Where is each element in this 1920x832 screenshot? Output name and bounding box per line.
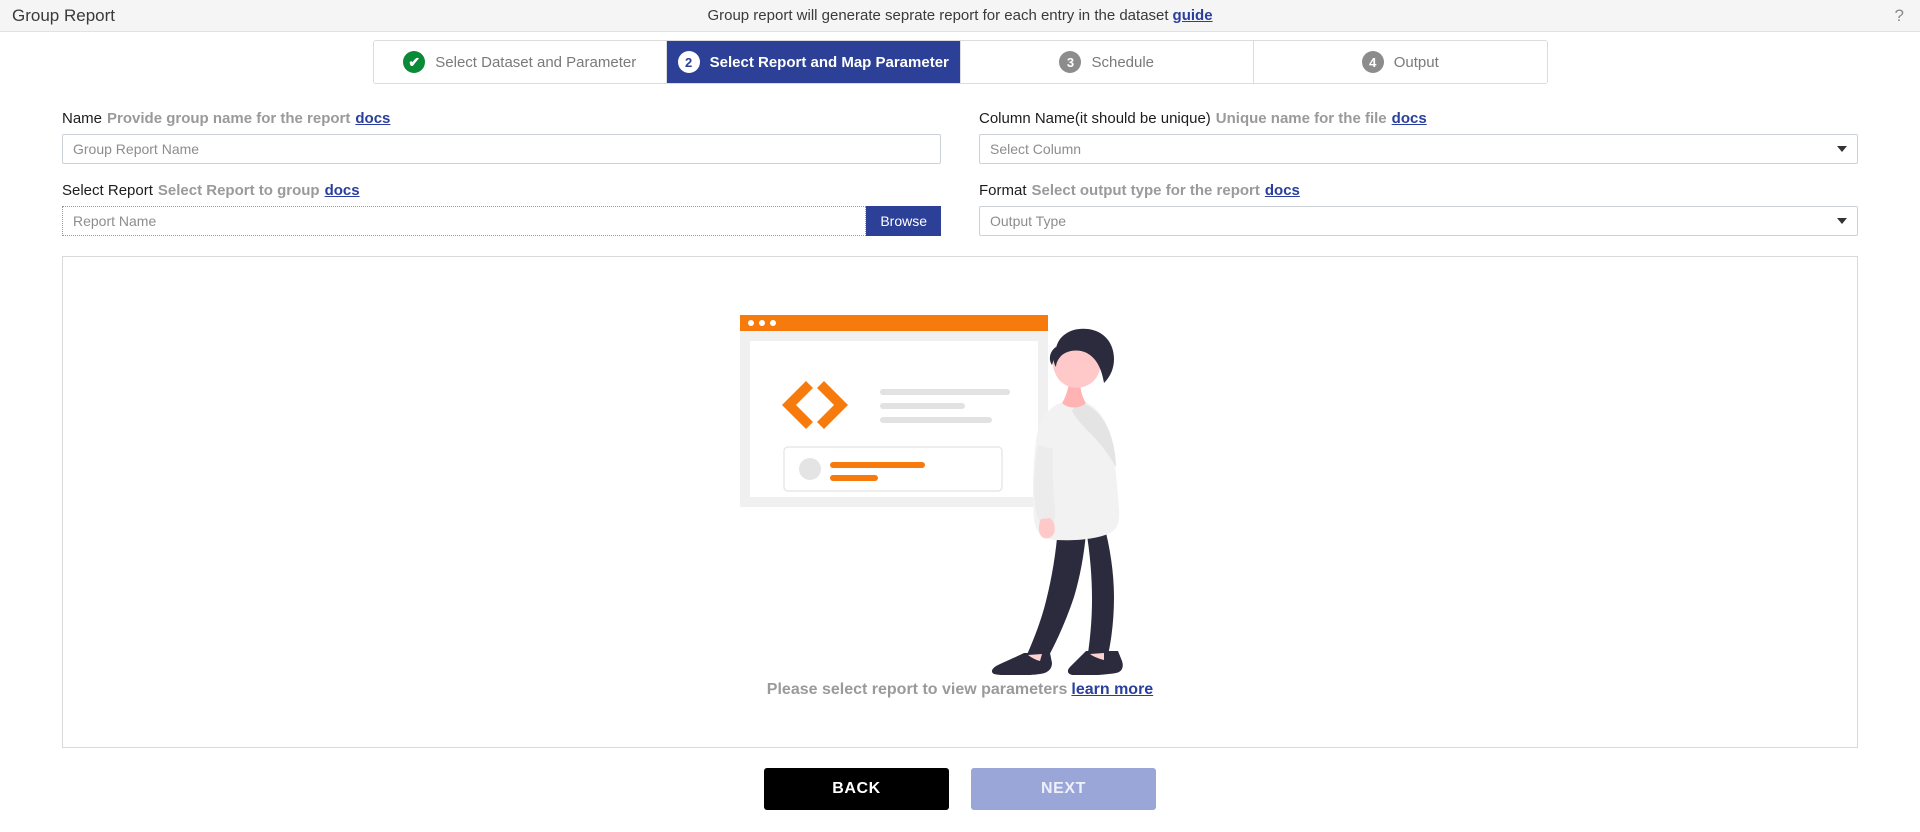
step-select-dataset-and-parameter[interactable]: ✔ Select Dataset and Parameter <box>373 41 667 83</box>
label-text: Column Name(it should be unique) <box>979 110 1211 127</box>
step-label: Output <box>1393 53 1439 71</box>
stepper-container: ✔ Select Dataset and Parameter 2 Select … <box>0 32 1920 84</box>
label-hint: Unique name for the file <box>1215 110 1387 127</box>
parameters-empty-panel: Please select report to view parameters l… <box>62 256 1858 748</box>
step-select-report-and-map-parameter[interactable]: 2 Select Report and Map Parameter <box>667 41 961 83</box>
wizard-footer: BACK NEXT <box>0 768 1920 810</box>
step-number-badge: 4 <box>1361 51 1384 73</box>
check-circle-icon: ✔ <box>403 51 426 73</box>
output-type-select[interactable] <box>979 206 1858 236</box>
step-label: Schedule <box>1091 53 1155 71</box>
label-hint: Select Report to group <box>157 182 320 199</box>
panel-message-text: Please select report to view parameters <box>766 681 1068 698</box>
column-name-select-wrap <box>979 134 1858 164</box>
help-icon[interactable]: ? <box>1895 6 1904 26</box>
field-column-name: Column Name(it should be unique) Unique n… <box>979 110 1858 164</box>
report-name-input[interactable] <box>62 206 867 236</box>
step-output[interactable]: 4 Output <box>1254 41 1547 83</box>
field-select-report: Select Report Select Report to group docs … <box>62 182 941 236</box>
back-button[interactable]: BACK <box>764 768 949 810</box>
select-report-row: Browse <box>62 206 941 236</box>
next-button[interactable]: NEXT <box>971 768 1156 810</box>
field-name: Name Provide group name for the report doc… <box>62 110 941 164</box>
docs-link[interactable]: docs <box>1392 110 1427 127</box>
field-format-label: Format Select output type for the report d… <box>979 182 1858 199</box>
page-title: Group Report <box>12 5 115 25</box>
column-name-select[interactable] <box>979 134 1858 164</box>
form-grid: Name Provide group name for the report doc… <box>0 84 1920 254</box>
field-format: Format Select output type for the report d… <box>979 182 1858 236</box>
panel-message: Please select report to view parameters l… <box>767 681 1153 699</box>
label-text: Select Report <box>62 182 153 199</box>
step-label: Select Report and Map Parameter <box>709 53 949 71</box>
field-column-name-label: Column Name(it should be unique) Unique n… <box>979 110 1858 127</box>
step-schedule[interactable]: 3 Schedule <box>960 41 1254 83</box>
step-number-badge: 3 <box>1059 51 1082 73</box>
label-text: Name <box>62 110 103 127</box>
stepper: ✔ Select Dataset and Parameter 2 Select … <box>372 40 1548 84</box>
docs-link[interactable]: docs <box>325 182 360 199</box>
label-text: Format <box>979 182 1027 199</box>
field-name-label: Name Provide group name for the report doc… <box>62 110 941 127</box>
step-label: Select Dataset and Parameter <box>435 53 637 71</box>
top-bar: Group Report Group report will generate … <box>0 0 1920 32</box>
label-hint: Provide group name for the report <box>107 110 351 127</box>
docs-link[interactable]: docs <box>1265 182 1300 199</box>
group-report-name-input[interactable] <box>62 134 941 164</box>
field-select-report-label: Select Report Select Report to group docs <box>62 182 941 199</box>
learn-more-link[interactable]: learn more <box>1071 681 1153 698</box>
page-description: Group report will generate seprate repor… <box>0 7 1920 24</box>
step-number-badge: 2 <box>677 51 700 73</box>
page-description-text: Group report will generate seprate repor… <box>707 7 1169 24</box>
docs-link[interactable]: docs <box>355 110 390 127</box>
format-select-wrap <box>979 206 1858 236</box>
empty-state-illustration <box>740 305 1180 675</box>
label-hint: Select output type for the report <box>1031 182 1260 199</box>
guide-link[interactable]: guide <box>1173 7 1213 24</box>
browse-button[interactable]: Browse <box>866 206 941 236</box>
